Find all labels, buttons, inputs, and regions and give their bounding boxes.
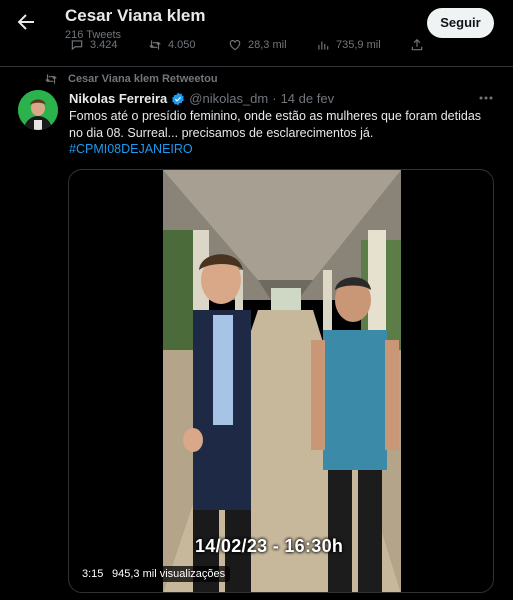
heart-icon (229, 40, 241, 51)
verified-badge-icon (172, 92, 185, 105)
reply-count: 3.424 (90, 39, 118, 51)
divider (0, 66, 513, 67)
views-icon (318, 41, 329, 50)
retweet-action[interactable]: 4.050 (148, 38, 196, 52)
separator-dot: · (272, 91, 277, 106)
reply-icon (71, 40, 83, 51)
share-icon (411, 38, 423, 51)
previous-tweet-actions: 3.424 4.050 28,3 mil 735,9 mil (0, 38, 513, 58)
like-action[interactable]: 28,3 mil (228, 38, 287, 52)
arrow-left-icon[interactable] (14, 10, 38, 34)
share-action[interactable] (410, 38, 424, 52)
tweet-date[interactable]: 14 de fev (281, 91, 335, 106)
retweet-count: 4.050 (168, 39, 196, 51)
tweet-header: Nikolas Ferreira @nikolas_dm · 14 de fev (69, 91, 334, 106)
video-timestamp-overlay: 14/02/23 - 16:30h (195, 536, 344, 556)
hashtag-link[interactable]: #CPMI08DEJANEIRO (69, 142, 193, 156)
author-handle[interactable]: @nikolas_dm (189, 91, 268, 106)
more-icon[interactable] (478, 92, 494, 104)
like-count: 28,3 mil (248, 39, 287, 51)
retweet-context-label: Cesar Viana klem Retweetou (68, 73, 218, 85)
views-action[interactable]: 735,9 mil (316, 38, 381, 52)
retweet-icon (45, 74, 57, 84)
video-frame[interactable] (163, 170, 401, 592)
video-view-count: 945,3 mil visualizações (107, 566, 231, 582)
profile-title: Cesar Viana klem (65, 6, 206, 25)
video-duration: 3:15 (77, 566, 109, 582)
reply-action[interactable]: 3.424 (70, 38, 118, 52)
tweet-text: Fomos até o presídio feminino, onde estã… (69, 109, 482, 140)
views-count: 735,9 mil (336, 39, 381, 51)
retweet-icon (149, 40, 161, 50)
author-avatar[interactable] (18, 90, 58, 130)
retweet-context[interactable]: Cesar Viana klem Retweetou (44, 72, 218, 86)
follow-button[interactable]: Seguir (427, 8, 494, 38)
author-name[interactable]: Nikolas Ferreira (69, 91, 167, 106)
video-player[interactable]: 14/02/23 - 16:30h 3:15 945,3 mil visuali… (68, 169, 494, 593)
